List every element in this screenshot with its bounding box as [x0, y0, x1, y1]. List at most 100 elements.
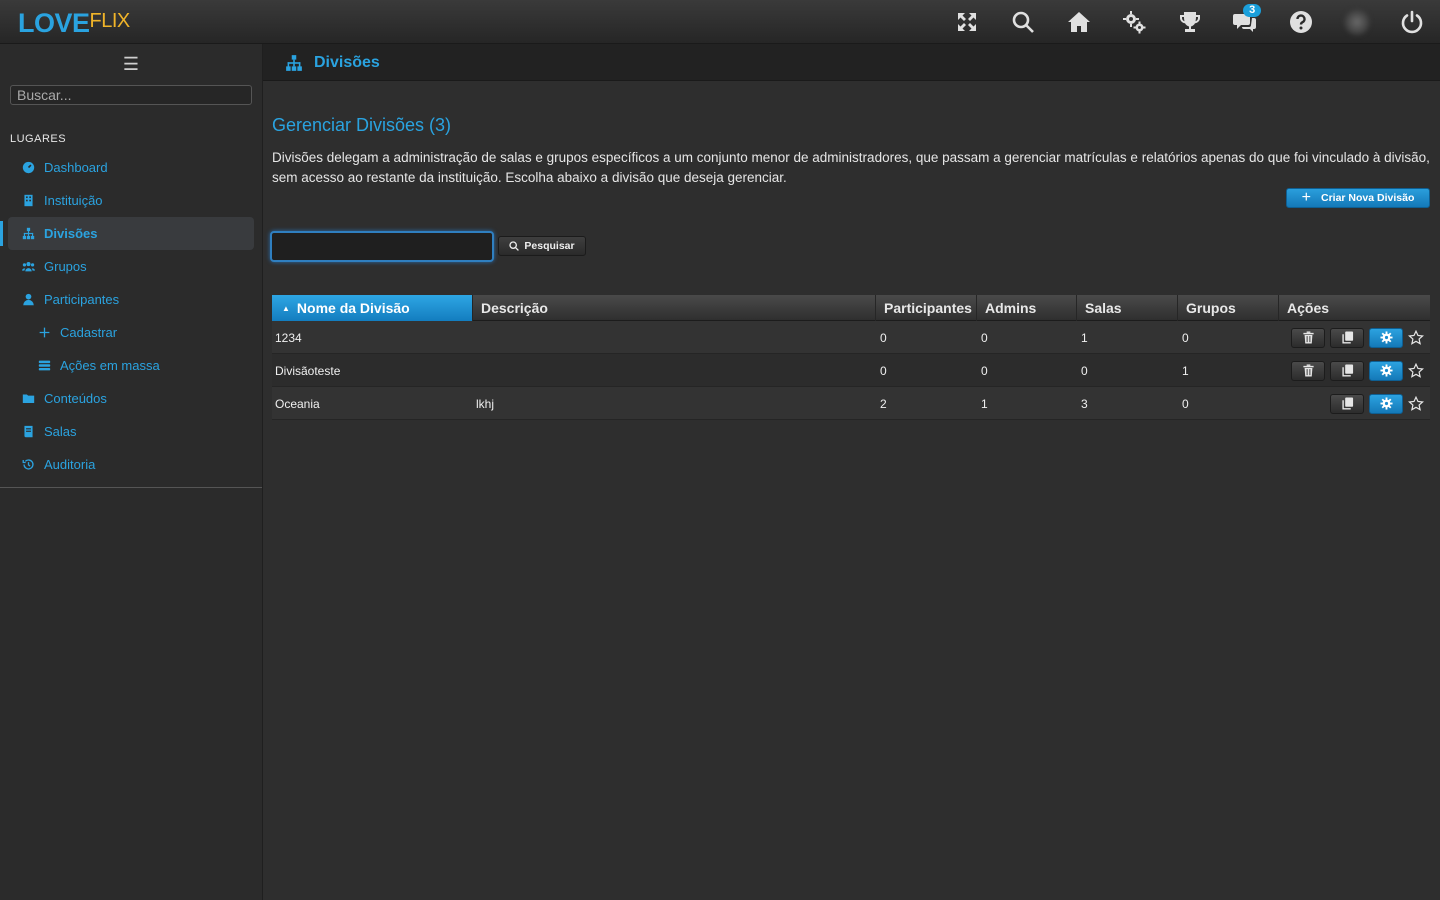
- delete-button[interactable]: [1291, 360, 1325, 381]
- column-label: Descrição: [481, 300, 548, 316]
- manage-settings-button[interactable]: [1369, 393, 1403, 414]
- folder-icon: [20, 391, 36, 407]
- sidebar-item-label: Salas: [44, 424, 77, 439]
- column-label: Grupos: [1186, 300, 1236, 316]
- copy-icon: [1341, 397, 1353, 410]
- sidebar-item-instituicao[interactable]: Instituição: [0, 184, 262, 217]
- cell-participants: 2: [880, 396, 887, 411]
- sidebar-item-cadastrar[interactable]: Cadastrar: [0, 316, 262, 349]
- cell-actions: [1279, 354, 1430, 387]
- column-header-description[interactable]: Descrição: [473, 295, 876, 321]
- trash-icon: [1302, 331, 1314, 344]
- cell-actions: [1279, 387, 1430, 420]
- avatar[interactable]: [1329, 0, 1385, 44]
- sidebar-item-conteudos[interactable]: Conteúdos: [0, 382, 262, 415]
- chat-icon[interactable]: 3: [1218, 0, 1274, 44]
- favorite-star-icon[interactable]: [1408, 395, 1424, 412]
- sidebar-item-divisoes[interactable]: Divisões: [0, 217, 254, 250]
- search-button[interactable]: Pesquisar: [498, 236, 586, 256]
- division-search-input[interactable]: [270, 231, 494, 262]
- cell-actions: [1279, 321, 1430, 354]
- column-header-rooms[interactable]: Salas: [1077, 295, 1178, 321]
- table-row[interactable]: Oceania lkhj 2 1 3 0: [272, 387, 1430, 420]
- search-icon: [509, 241, 520, 251]
- column-label: Admins: [985, 300, 1037, 316]
- sitemap-icon: [286, 55, 302, 71]
- help-icon[interactable]: [1273, 0, 1329, 44]
- page-header-title: Divisões: [314, 54, 380, 71]
- table-row[interactable]: 1234 0 0 1 0: [272, 321, 1430, 354]
- gear-icon: [1379, 364, 1393, 377]
- sidebar-search: [10, 85, 252, 105]
- cell-groups: 1: [1182, 363, 1189, 378]
- cell-participants: 0: [880, 363, 887, 378]
- gear-icon: [1379, 397, 1393, 410]
- favorite-star-icon[interactable]: [1408, 329, 1424, 346]
- book-icon: [20, 424, 36, 440]
- sidebar-item-label: Divisões: [44, 226, 98, 241]
- manage-settings-button[interactable]: [1369, 327, 1403, 348]
- sidebar-item-label: Auditoria: [44, 457, 96, 472]
- cell-admins: 1: [981, 396, 988, 411]
- plus-icon: +: [1301, 189, 1311, 206]
- menu-toggle-icon[interactable]: ☰: [0, 54, 262, 75]
- search-icon[interactable]: [995, 0, 1051, 44]
- duplicate-button[interactable]: [1330, 360, 1364, 381]
- sidebar-search-input[interactable]: [10, 85, 252, 105]
- duplicate-button[interactable]: [1330, 393, 1364, 414]
- trash-icon: [1302, 364, 1314, 377]
- search-button-label: Pesquisar: [524, 240, 575, 252]
- trophy-icon[interactable]: [1162, 0, 1218, 44]
- top-icons: 3: [940, 0, 1440, 44]
- cell-name: 1234: [275, 330, 302, 345]
- column-label: Participantes: [884, 300, 972, 316]
- table-row[interactable]: Divisãoteste 0 0 0 1: [272, 354, 1430, 387]
- duplicate-button[interactable]: [1330, 327, 1364, 348]
- sidebar-item-salas[interactable]: Salas: [0, 415, 262, 448]
- dashboard-icon: [20, 160, 36, 176]
- sidebar-item-participantes[interactable]: Participantes: [0, 283, 262, 316]
- column-header-participants[interactable]: Participantes: [876, 295, 977, 321]
- notification-badge: 3: [1243, 4, 1262, 17]
- cell-description: [473, 321, 876, 354]
- copy-icon: [1341, 331, 1353, 344]
- home-icon[interactable]: [1051, 0, 1107, 44]
- user-icon: [20, 292, 36, 308]
- building-icon: [20, 193, 36, 209]
- power-icon[interactable]: [1384, 0, 1440, 44]
- cell-groups: 0: [1182, 330, 1189, 345]
- logo-love-text: LOVE: [18, 8, 90, 38]
- sitemap-icon: [20, 226, 36, 242]
- divisions-table: ▲ Nome da Divisão Descrição Participantes…: [272, 295, 1430, 420]
- sidebar-item-acoes-em-massa[interactable]: Ações em massa: [0, 349, 262, 382]
- cell-admins: 0: [981, 363, 988, 378]
- logo-flix-text: FLIX: [89, 10, 131, 32]
- column-label: Nome da Divisão: [296, 300, 410, 316]
- sidebar-item-label: Dashboard: [44, 160, 108, 175]
- sidebar-item-grupos[interactable]: Grupos: [0, 250, 262, 283]
- create-division-button[interactable]: + Criar Nova Divisão: [1286, 188, 1430, 208]
- favorite-star-icon[interactable]: [1408, 362, 1424, 379]
- app-logo[interactable]: LOVEFLIX: [18, 8, 130, 39]
- column-label: Salas: [1085, 300, 1122, 316]
- cell-rooms: 3: [1081, 396, 1088, 411]
- cell-name: Divisãoteste: [275, 363, 341, 378]
- cell-description: lkhj: [476, 396, 495, 411]
- sidebar-item-auditoria[interactable]: Auditoria: [0, 448, 262, 481]
- cell-rooms: 0: [1081, 363, 1088, 378]
- column-header-name[interactable]: ▲ Nome da Divisão: [272, 295, 473, 321]
- sidebar-nav: Dashboard Instituição Divisões Grupos Pa…: [0, 151, 262, 481]
- fullscreen-icon[interactable]: [940, 0, 996, 44]
- gear-icon: [1379, 331, 1393, 344]
- delete-button[interactable]: [1291, 327, 1325, 348]
- column-header-admins[interactable]: Admins: [977, 295, 1077, 321]
- sidebar-item-label: Cadastrar: [60, 325, 118, 340]
- gears-icon[interactable]: [1106, 0, 1162, 44]
- manage-settings-button[interactable]: [1369, 360, 1403, 381]
- sidebar-divider: [0, 487, 262, 488]
- column-header-groups[interactable]: Grupos: [1178, 295, 1279, 321]
- copy-icon: [1341, 364, 1353, 377]
- table-body: 1234 0 0 1 0 Divisãoteste 0 0 0 1 Oceani…: [272, 321, 1430, 420]
- sort-asc-icon: ▲: [282, 303, 290, 313]
- sidebar-item-dashboard[interactable]: Dashboard: [0, 151, 262, 184]
